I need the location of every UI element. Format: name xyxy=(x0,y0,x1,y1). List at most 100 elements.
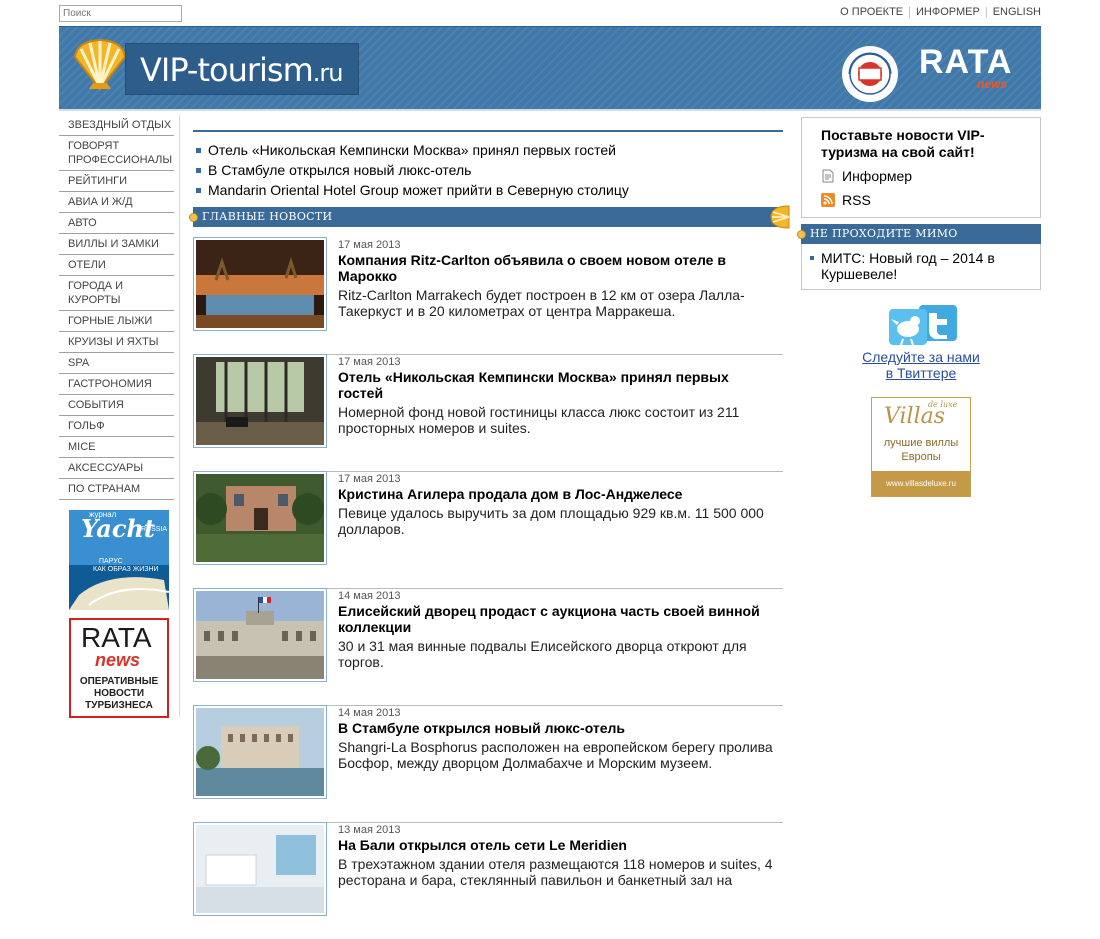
news-date: 14 мая 2013 xyxy=(338,590,401,602)
villas-caption: лучшие виллы Европы xyxy=(872,436,970,464)
villas-url: www.villasdeluxe.ru xyxy=(886,479,956,488)
header-banner: VIP-tourism.ru RATA news xyxy=(59,26,1041,111)
news-title[interactable]: Елисейский дворец продаст с аукциона час… xyxy=(338,603,773,635)
twitter-line-1: Следуйте за нами xyxy=(862,349,980,365)
news-thumbnail[interactable] xyxy=(193,705,327,799)
bullet-icon xyxy=(797,230,806,239)
news-thumbnail[interactable] xyxy=(193,354,327,448)
bosphorus-hotel-image xyxy=(196,708,324,796)
site-tld: .ru xyxy=(312,59,344,87)
top-news-item[interactable]: Отель «Никольская Кемпински Москва» прин… xyxy=(193,140,783,160)
category-menu: ЗВЕЗДНЫЙ ОТДЫХ ГОВОРЯТ ПРОФЕССИОНАЛЫ РЕЙ… xyxy=(59,115,179,500)
top-links: О ПРОЕКТЕ | ИНФОРМЕР | ENGLISH xyxy=(840,6,1041,18)
twitter-follow-link[interactable]: Следуйте за нами в Твиттере xyxy=(801,349,1041,381)
rss-link[interactable]: RSS xyxy=(821,191,1030,209)
sidebar-item-mice[interactable]: MICE xyxy=(59,437,174,458)
rata-ad-line2: НОВОСТИ xyxy=(93,688,145,699)
news-description: 30 и 31 мая винные подвалы Елисейского д… xyxy=(338,638,747,670)
dont-miss-header: НЕ ПРОХОДИТЕ МИМО xyxy=(797,224,1041,244)
shell-icon xyxy=(770,205,790,229)
search-input[interactable] xyxy=(59,5,182,22)
sidebar-item-spa[interactable]: SPA xyxy=(59,353,174,374)
sidebar-item-countries[interactable]: ПО СТРАНАМ xyxy=(59,479,174,500)
dont-miss-box: МИТС: Новый год – 2014 в Куршевеле! xyxy=(801,244,1041,290)
news-date: 17 мая 2013 xyxy=(338,473,401,485)
sidebar-item-golf[interactable]: ГОЛЬФ xyxy=(59,416,174,437)
rata-ad-news: news xyxy=(95,650,141,670)
news-title[interactable]: Отель «Никольская Кемпински Москва» прин… xyxy=(338,369,773,401)
sidebar-item-hotels[interactable]: ОТЕЛИ xyxy=(59,255,174,276)
link-informer[interactable]: ИНФОРМЕР xyxy=(916,6,980,18)
rss-icon xyxy=(821,193,835,207)
top-news-item[interactable]: В Стамбуле открылся новый люкс-отель xyxy=(193,160,783,180)
link-english[interactable]: ENGLISH xyxy=(993,6,1041,18)
news-thumbnail[interactable] xyxy=(193,237,327,331)
news-item: 17 мая 2013 Компания Ritz-Carlton объяви… xyxy=(193,237,783,355)
sidebar-item-star-rest[interactable]: ЗВЕЗДНЫЙ ОТДЫХ xyxy=(59,115,174,136)
twitter-line-2: в Твиттере xyxy=(885,365,957,381)
news-description: Певице удалось выручить за дом площадью … xyxy=(338,505,764,537)
news-item: 17 мая 2013 Отель «Никольская Кемпински … xyxy=(193,354,783,472)
rata-ad-line3: ТУРБИЗНЕСА xyxy=(85,700,153,711)
dont-miss-title: НЕ ПРОХОДИТЕ МИМО xyxy=(810,227,958,240)
news-title[interactable]: Компания Ritz-Carlton объявила о своем н… xyxy=(338,252,773,284)
hotel-lobby-image xyxy=(196,357,324,445)
sidebar-item-ski[interactable]: ГОРНЫЕ ЛЫЖИ xyxy=(59,311,174,332)
sidebar-item-avia-rail[interactable]: АВИА И Ж/Д xyxy=(59,192,174,213)
shell-logo-icon[interactable] xyxy=(69,37,131,93)
bullet-icon xyxy=(189,213,198,222)
site-logo[interactable]: VIP-tourism.ru xyxy=(125,43,359,95)
hotel-pool-image xyxy=(196,240,324,328)
divider: | xyxy=(908,6,912,18)
bali-room-image xyxy=(196,825,324,913)
rata-news-ad[interactable]: RATA news ОПЕРАТИВНЫЕ НОВОСТИ ТУРБИЗНЕСА xyxy=(69,618,169,718)
news-item: 14 мая 2013 В Стамбуле открылся новый лю… xyxy=(193,705,783,823)
rata-news-label: news xyxy=(977,77,1008,91)
informer-link[interactable]: Информер xyxy=(821,167,1030,185)
sidebar-item-gastronomy[interactable]: ГАСТРОНОМИЯ xyxy=(59,374,174,395)
news-title[interactable]: Кристина Агилера продала дом в Лос-Андже… xyxy=(338,486,773,502)
news-date: 17 мая 2013 xyxy=(338,356,401,368)
sidebar-item-cities[interactable]: ГОРОДА И КУРОРТЫ xyxy=(59,276,174,311)
news-thumbnail[interactable] xyxy=(193,471,327,565)
sidebar-item-professionals[interactable]: ГОВОРЯТ ПРОФЕССИОНАЛЫ xyxy=(59,136,174,171)
twitter-bird-icon[interactable] xyxy=(889,305,959,349)
rata-emblem-icon xyxy=(842,46,898,102)
dont-miss-item[interactable]: МИТС: Новый год – 2014 в Куршевеле! xyxy=(810,250,1030,282)
link-about[interactable]: О ПРОЕКТЕ xyxy=(840,6,903,18)
rata-ad-line1: ОПЕРАТИВНЫЕ xyxy=(79,676,159,687)
yacht-ad-tagline2: КАК ОБРАЗ ЖИЗНИ xyxy=(93,566,159,573)
informer-label: Информер xyxy=(842,168,913,184)
news-title[interactable]: На Бали открылся отель сети Le Meridien xyxy=(338,837,773,853)
news-item: 13 мая 2013 На Бали открылся отель сети … xyxy=(193,822,783,939)
villas-line1: лучшие виллы xyxy=(883,437,959,449)
rss-label: RSS xyxy=(842,192,871,208)
informer-promo-box: Поставьте новости VIP-туризма на свой са… xyxy=(801,117,1041,218)
sidebar-item-accessories[interactable]: АКСЕССУАРЫ xyxy=(59,458,174,479)
sidebar-item-villas[interactable]: ВИЛЛЫ И ЗАМКИ xyxy=(59,234,174,255)
news-description: Shangri-La Bosphorus расположен на европ… xyxy=(338,739,773,771)
page: О ПРОЕКТЕ | ИНФОРМЕР | ENGLISH VIP-tourism.r… xyxy=(0,0,1100,916)
villas-deluxe-ad[interactable]: Villas de luxe лучшие виллы Европы www.v… xyxy=(871,397,971,497)
news-date: 17 мая 2013 xyxy=(338,239,401,251)
sidebar-item-cruises[interactable]: КРУИЗЫ И ЯХТЫ xyxy=(59,332,174,353)
top-news-list: Отель «Никольская Кемпински Москва» прин… xyxy=(193,130,783,200)
document-icon xyxy=(822,169,834,183)
news-thumbnail[interactable] xyxy=(193,822,327,916)
yacht-ad-tagline1: ПАРУС xyxy=(99,558,123,565)
sidebar-item-ratings[interactable]: РЕЙТИНГИ xyxy=(59,171,174,192)
mansion-image xyxy=(195,474,324,562)
sidebar-item-auto[interactable]: АВТО xyxy=(59,213,174,234)
site-name: VIP-tourism xyxy=(140,51,314,89)
news-description: Номерной фонд новой гостиницы класса люк… xyxy=(338,404,740,436)
right-sidebar: Поставьте новости VIP-туризма на свой са… xyxy=(797,117,1041,497)
news-description: Ritz-Carlton Marrakech будет построен в … xyxy=(338,287,745,319)
villas-deluxe: de luxe xyxy=(928,400,958,409)
news-date: 13 мая 2013 xyxy=(338,824,401,836)
news-title[interactable]: В Стамбуле открылся новый люкс-отель xyxy=(338,720,773,736)
main-news-title: ГЛАВНЫЕ НОВОСТИ xyxy=(202,210,333,223)
top-news-item[interactable]: Mandarin Oriental Hotel Group может прий… xyxy=(193,180,783,200)
news-thumbnail[interactable] xyxy=(193,588,327,682)
sidebar-item-events[interactable]: СОБЫТИЯ xyxy=(59,395,174,416)
yacht-magazine-ad[interactable]: журнал Yacht RUSSIA ПАРУС КАК ОБРАЗ ЖИЗН… xyxy=(69,510,169,610)
